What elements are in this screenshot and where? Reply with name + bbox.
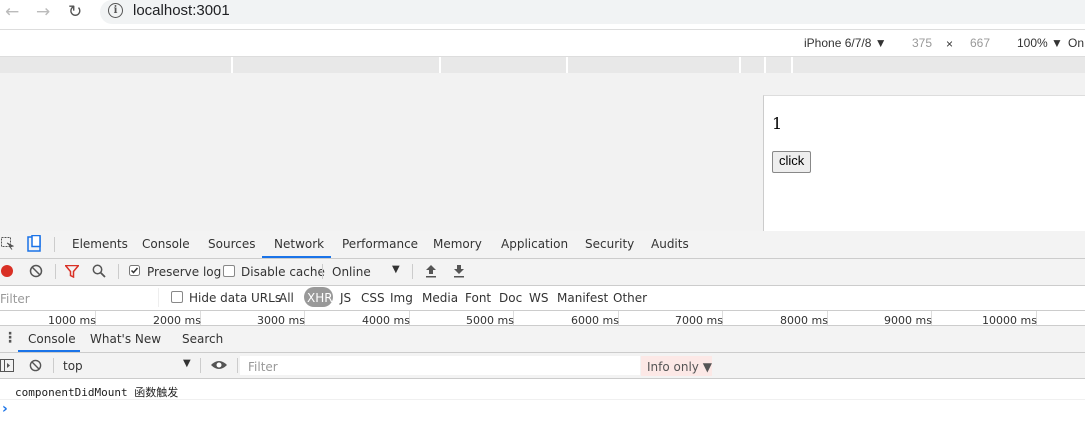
- device-width-input[interactable]: 375: [912, 36, 932, 50]
- network-overview-timeline[interactable]: 1000 ms 2000 ms 3000 ms 4000 ms 5000 ms …: [0, 311, 1085, 326]
- show-sidebar-icon[interactable]: [0, 359, 14, 375]
- context-dropdown-icon: ▼: [183, 358, 191, 369]
- timeline-tick: 4000 ms: [362, 314, 410, 326]
- drawer-tab-whats-new[interactable]: What's New: [90, 332, 161, 346]
- console-filter-input[interactable]: Filter: [240, 356, 640, 375]
- timeline-tick: 8000 ms: [780, 314, 828, 326]
- disable-cache-checkbox[interactable]: [223, 265, 235, 277]
- zoom-select[interactable]: 100% ▼: [1017, 36, 1063, 50]
- filter-type-doc[interactable]: Doc: [499, 291, 522, 305]
- preserve-log-label: Preserve log: [147, 265, 222, 279]
- tab-console[interactable]: Console: [142, 237, 190, 251]
- timeline-tick: 3000 ms: [257, 314, 305, 326]
- omnibox[interactable]: [100, 0, 1085, 24]
- hide-data-urls-label: Hide data URLs: [189, 291, 282, 305]
- filter-type-img[interactable]: Img: [390, 291, 413, 305]
- click-button[interactable]: click: [772, 151, 812, 173]
- active-tab-indicator: [262, 256, 331, 258]
- timeline-tick: 9000 ms: [884, 314, 932, 326]
- log-levels-select[interactable]: Info only ▼: [641, 356, 712, 376]
- filter-type-js[interactable]: JS: [340, 291, 351, 305]
- url-text[interactable]: localhost:3001: [133, 2, 230, 19]
- console-prompt-icon[interactable]: ›: [2, 401, 8, 417]
- drawer-active-indicator: [18, 350, 80, 352]
- reload-icon[interactable]: ↻: [68, 2, 82, 22]
- tab-audits[interactable]: Audits: [651, 237, 689, 251]
- timeline-tick: 7000 ms: [675, 314, 723, 326]
- import-har-icon[interactable]: [425, 264, 437, 281]
- tab-elements[interactable]: Elements: [72, 237, 128, 251]
- tab-network[interactable]: Network: [274, 237, 324, 251]
- filter-type-manifest[interactable]: Manifest: [557, 291, 608, 305]
- search-icon[interactable]: [92, 264, 106, 281]
- throttle-select[interactable]: On: [1068, 36, 1084, 50]
- filter-type-media[interactable]: Media: [422, 291, 458, 305]
- dropdown-arrow-icon: ▼: [392, 264, 400, 275]
- timeline-tick: 1000 ms: [48, 314, 96, 326]
- console-message-text: componentDidMount 函数触发: [15, 386, 179, 399]
- export-har-icon[interactable]: [453, 264, 465, 281]
- disable-cache-label: Disable cache: [241, 265, 325, 279]
- clear-icon[interactable]: [29, 264, 43, 281]
- media-query-bar[interactable]: [0, 57, 1085, 73]
- record-icon[interactable]: [1, 265, 13, 277]
- log-levels-label[interactable]: Info only ▼: [647, 360, 712, 374]
- filter-type-font[interactable]: Font: [465, 291, 491, 305]
- device-screen: [763, 95, 1085, 232]
- device-toggle-icon[interactable]: [27, 234, 41, 255]
- hide-data-urls-checkbox[interactable]: [171, 291, 183, 303]
- tab-application[interactable]: Application: [501, 237, 568, 251]
- filter-type-ws[interactable]: WS: [529, 291, 548, 305]
- timeline-tick: 6000 ms: [571, 314, 619, 326]
- filter-type-xhr[interactable]: XHR: [307, 291, 333, 305]
- filter-icon[interactable]: [63, 264, 81, 281]
- console-toolbar: top ▼ Filter Info only ▼: [0, 353, 1085, 379]
- device-height-input[interactable]: 667: [970, 36, 990, 50]
- context-select[interactable]: top: [63, 359, 83, 373]
- preserve-log-checkbox[interactable]: [129, 265, 140, 279]
- browser-address-bar: ← → ↻ i localhost:3001: [0, 0, 1085, 26]
- timeline-tick: 10000 ms: [982, 314, 1037, 326]
- timeline-tick: 5000 ms: [466, 314, 514, 326]
- network-filter-bar: Filter Hide data URLs All XHR JS CSS Img…: [0, 286, 1085, 311]
- forward-arrow-icon[interactable]: →: [36, 2, 50, 22]
- back-arrow-icon[interactable]: ←: [5, 2, 19, 22]
- tab-security[interactable]: Security: [585, 237, 634, 251]
- network-toolbar: Preserve log Disable cache Online ▼: [0, 259, 1085, 286]
- eye-icon[interactable]: [210, 359, 228, 374]
- drawer-menu-icon[interactable]: ⋮: [3, 331, 17, 345]
- counter-value: 1: [772, 114, 783, 133]
- filter-input[interactable]: Filter: [0, 288, 159, 307]
- console-message: componentDidMount 函数触发: [0, 379, 1085, 400]
- console-filter-placeholder: Filter: [248, 360, 278, 374]
- drawer-tab-search[interactable]: Search: [182, 332, 223, 346]
- tab-performance[interactable]: Performance: [342, 237, 418, 251]
- throttling-select[interactable]: Online: [332, 265, 371, 279]
- drawer-tab-console[interactable]: Console: [28, 332, 76, 346]
- filter-type-other[interactable]: Other: [613, 291, 647, 305]
- filter-placeholder: Filter: [0, 292, 30, 306]
- clear-console-icon[interactable]: [29, 359, 42, 375]
- dimension-times: ×: [946, 37, 954, 51]
- filter-type-all[interactable]: All: [279, 291, 294, 305]
- timeline-tick: 2000 ms: [153, 314, 201, 326]
- tab-sources[interactable]: Sources: [208, 237, 255, 251]
- info-icon[interactable]: i: [108, 3, 123, 18]
- drawer-tabbar: ⋮ Console What's New Search: [0, 326, 1085, 353]
- device-select[interactable]: iPhone 6/7/8 ▼: [804, 36, 887, 50]
- device-toolbar: iPhone 6/7/8 ▼ 375 × 667 100% ▼ On: [0, 29, 1085, 57]
- tab-memory[interactable]: Memory: [433, 237, 482, 251]
- filter-type-css[interactable]: CSS: [361, 291, 385, 305]
- inspect-element-icon[interactable]: [1, 237, 15, 250]
- devtools-tabbar: Elements Console Sources Network Perform…: [0, 231, 1085, 259]
